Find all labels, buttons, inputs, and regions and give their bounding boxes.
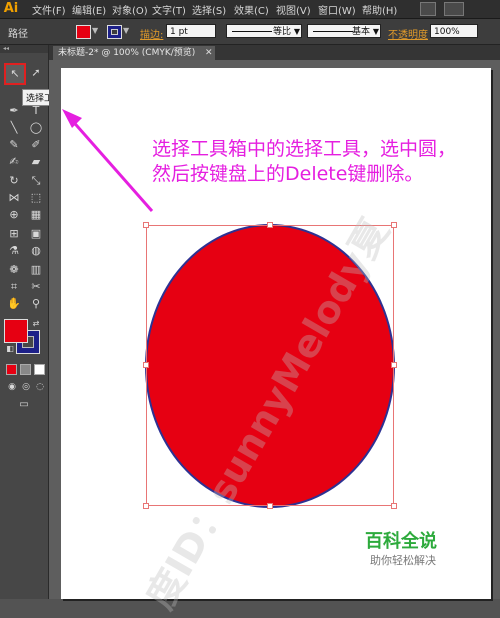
arrow-shaft — [68, 117, 154, 212]
brand-title: 百科全说 — [365, 531, 437, 552]
arrow-head — [62, 109, 82, 128]
annotation-arrow — [62, 109, 154, 212]
brand-subtitle: 助你轻松解决 — [370, 554, 436, 567]
